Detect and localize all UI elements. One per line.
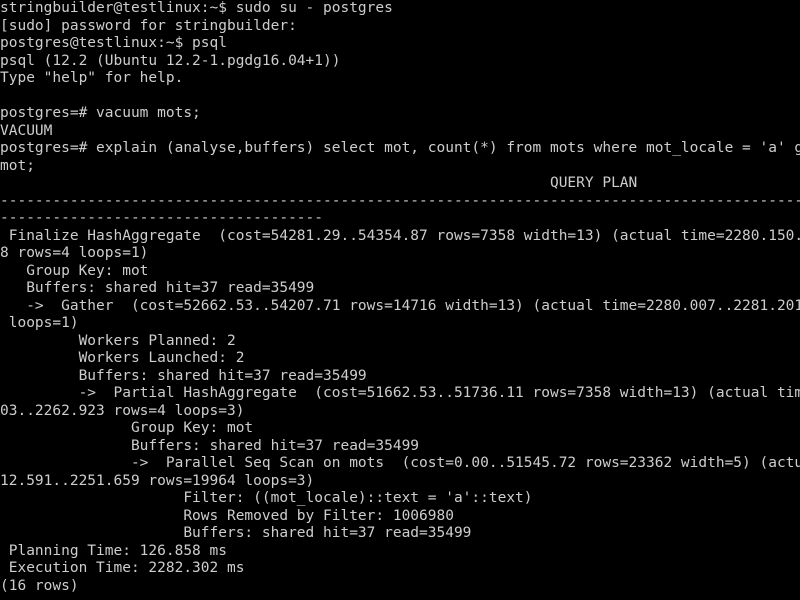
- terminal-line: Finalize HashAggregate (cost=54281.29..5…: [0, 227, 800, 244]
- terminal-line: -> Partial HashAggregate (cost=51662.53.…: [0, 385, 800, 401]
- terminal-line: psql (12.2 (Ubuntu 12.2-1.pgdg16.04+1)): [0, 52, 341, 69]
- terminal-line: Group Key: mot: [0, 420, 254, 436]
- terminal-line: postgres@testlinux:~$ psql: [0, 35, 227, 51]
- terminal-line: Buffers: shared hit=37 read=35499: [0, 367, 367, 384]
- terminal-line: (16 rows): [0, 577, 79, 594]
- terminal-line: -> Parallel Seq Scan on mots (cost=0.00.…: [0, 455, 800, 471]
- terminal-line: [sudo] password for stringbuilder:: [0, 17, 297, 34]
- terminal-line: postgres=# vacuum mots;: [0, 105, 201, 121]
- terminal-line: -> Gather (cost=52662.53..54207.71 rows=…: [0, 297, 800, 314]
- terminal-line: Buffers: shared hit=37 read=35499: [0, 525, 472, 541]
- terminal-line: -------------------------------------: [0, 210, 324, 226]
- terminal-line: Buffers: shared hit=37 read=35499: [0, 437, 420, 454]
- terminal-line: VACUUM: [0, 122, 53, 139]
- terminal-line: postgres=# explain (analyse,buffers) sel…: [0, 140, 800, 156]
- terminal-line: Group Key: mot: [0, 262, 149, 279]
- terminal-line: ----------------------------------------…: [0, 192, 800, 209]
- terminal-line: 12.591..2251.659 rows=19964 loops=3): [0, 472, 315, 489]
- terminal-line: Rows Removed by Filter: 1006980: [0, 507, 454, 524]
- terminal-line: QUERY PLAN: [0, 175, 638, 191]
- terminal-line: stringbuilder@testlinux:~$ sudo su - pos…: [0, 0, 393, 16]
- terminal-line: 03..2262.923 rows=4 loops=3): [0, 402, 245, 419]
- terminal-line: mot;: [0, 157, 35, 174]
- terminal-line: Planning Time: 126.858 ms: [0, 542, 227, 559]
- terminal-line: Buffers: shared hit=37 read=35499: [0, 280, 315, 296]
- terminal-line: Filter: ((mot_locale)::text = 'a'::text): [0, 490, 533, 506]
- terminal-line: Execution Time: 2282.302 ms: [0, 560, 245, 576]
- terminal-screen[interactable]: stringbuilder@testlinux:~$ sudo su - pos…: [0, 0, 800, 600]
- terminal-line: Type "help" for help.: [0, 70, 184, 86]
- terminal-line: loops=1): [0, 315, 79, 331]
- terminal-line: 8 rows=4 loops=1): [0, 245, 149, 261]
- terminal-line: Workers Planned: 2: [0, 332, 236, 349]
- terminal-line: Workers Launched: 2: [0, 350, 245, 366]
